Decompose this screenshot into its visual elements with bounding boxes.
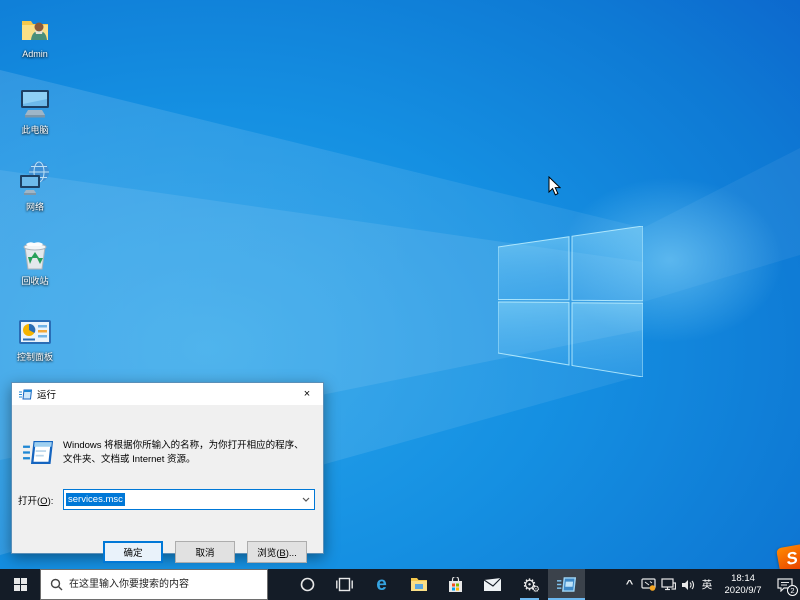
- file-explorer-button[interactable]: [400, 569, 437, 600]
- combo-dropdown-button[interactable]: [298, 490, 314, 509]
- desktop-icon-label: 网络: [26, 200, 44, 213]
- store-button[interactable]: [437, 569, 474, 600]
- open-label: 打开(O):: [18, 493, 53, 507]
- control-panel-icon: [18, 319, 52, 347]
- ime-indicator[interactable]: 英: [698, 569, 716, 600]
- notification-badge: 2: [787, 585, 798, 596]
- close-button[interactable]: ×: [291, 383, 323, 405]
- taskbar-icon-row: e ⚙ ⚙: [289, 569, 585, 600]
- system-tray: ^ 英 18:14: [621, 569, 800, 600]
- close-icon: ×: [304, 388, 310, 400]
- desktop-icon-label: 此电脑: [21, 123, 48, 136]
- desktop-icon-this-pc[interactable]: 此电脑: [4, 86, 66, 136]
- mail-icon: [484, 578, 501, 591]
- clock-date: 2020/9/7: [725, 585, 762, 597]
- ok-button[interactable]: 确定: [103, 541, 163, 563]
- browse-button[interactable]: 浏览(B)...: [247, 541, 307, 563]
- volume-icon: [681, 579, 695, 591]
- search-icon: [50, 578, 63, 591]
- desktop-icon-admin[interactable]: Admin: [4, 14, 66, 59]
- tray-app-icon: [641, 578, 656, 591]
- action-center-button[interactable]: 2: [770, 569, 800, 600]
- cortana-icon: [300, 577, 315, 592]
- taskbar-clock[interactable]: 18:14 2020/9/7: [716, 569, 770, 600]
- run-dialog-icon: [23, 441, 53, 464]
- cortana-button[interactable]: [289, 569, 326, 600]
- network-desktop-icon: [18, 161, 52, 197]
- dialog-description: Windows 将根据你所输入的名称，为你打开相应的程序、 文件夹、文档或 In…: [63, 439, 315, 467]
- run-input-selected-text[interactable]: services.msc: [66, 493, 125, 506]
- desktop-icon-label: Admin: [22, 49, 48, 59]
- mouse-cursor: [548, 176, 561, 196]
- edge-icon: e: [376, 575, 387, 594]
- start-button[interactable]: [0, 569, 40, 600]
- description-line-2: 文件夹、文档或 Internet 资源。: [63, 453, 315, 467]
- run-command-combobox[interactable]: services.msc: [63, 489, 315, 510]
- settings-button[interactable]: ⚙ ⚙: [511, 569, 548, 600]
- network-tray-button[interactable]: [658, 569, 678, 600]
- windows-start-icon: [14, 578, 27, 591]
- run-taskbar-button[interactable]: [548, 569, 585, 600]
- tray-app-button[interactable]: [638, 569, 658, 600]
- taskbar-search-box[interactable]: [40, 569, 268, 600]
- this-pc-icon: [18, 86, 52, 120]
- desktop-icon-network[interactable]: 网络: [4, 161, 66, 213]
- task-view-button[interactable]: [326, 569, 363, 600]
- network-icon: [661, 578, 676, 591]
- chevron-up-icon: ^: [626, 579, 634, 590]
- description-line-1: Windows 将根据你所输入的名称，为你打开相应的程序、: [63, 439, 315, 453]
- user-folder-icon: [19, 14, 51, 46]
- dialog-title: 运行: [37, 387, 291, 401]
- store-icon: [448, 577, 463, 593]
- run-window-icon: [557, 577, 576, 592]
- volume-tray-button[interactable]: [678, 569, 698, 600]
- mail-button[interactable]: [474, 569, 511, 600]
- desktop-icon-label: 控制面板: [17, 350, 53, 363]
- desktop-icon-recycle-bin[interactable]: 回收站: [4, 239, 66, 287]
- run-icon: [19, 389, 32, 400]
- chevron-down-icon: [302, 497, 310, 502]
- clock-time: 18:14: [731, 573, 755, 585]
- file-explorer-icon: [410, 577, 428, 592]
- run-dialog-titlebar[interactable]: 运行 ×: [12, 383, 323, 405]
- windows-logo: [498, 226, 643, 377]
- search-input[interactable]: [69, 570, 264, 599]
- recycle-bin-icon: [20, 239, 50, 271]
- task-view-icon: [336, 577, 353, 592]
- run-dialog-body: Windows 将根据你所输入的名称，为你打开相应的程序、 文件夹、文档或 In…: [12, 405, 323, 555]
- desktop-icon-control-panel[interactable]: 控制面板: [4, 319, 66, 363]
- cancel-button[interactable]: 取消: [175, 541, 235, 563]
- desktop-icon-label: 回收站: [21, 274, 48, 287]
- edge-button[interactable]: e: [363, 569, 400, 600]
- run-dialog: 运行 × Windows 将根据你所输入的名称，为你打开相应的程序、 文件夹、文…: [11, 382, 324, 554]
- taskbar: e ⚙ ⚙: [0, 569, 800, 600]
- settings-small-gear-icon: ⚙: [532, 586, 540, 595]
- dialog-button-row: 确定 取消 浏览(B)...: [12, 541, 323, 563]
